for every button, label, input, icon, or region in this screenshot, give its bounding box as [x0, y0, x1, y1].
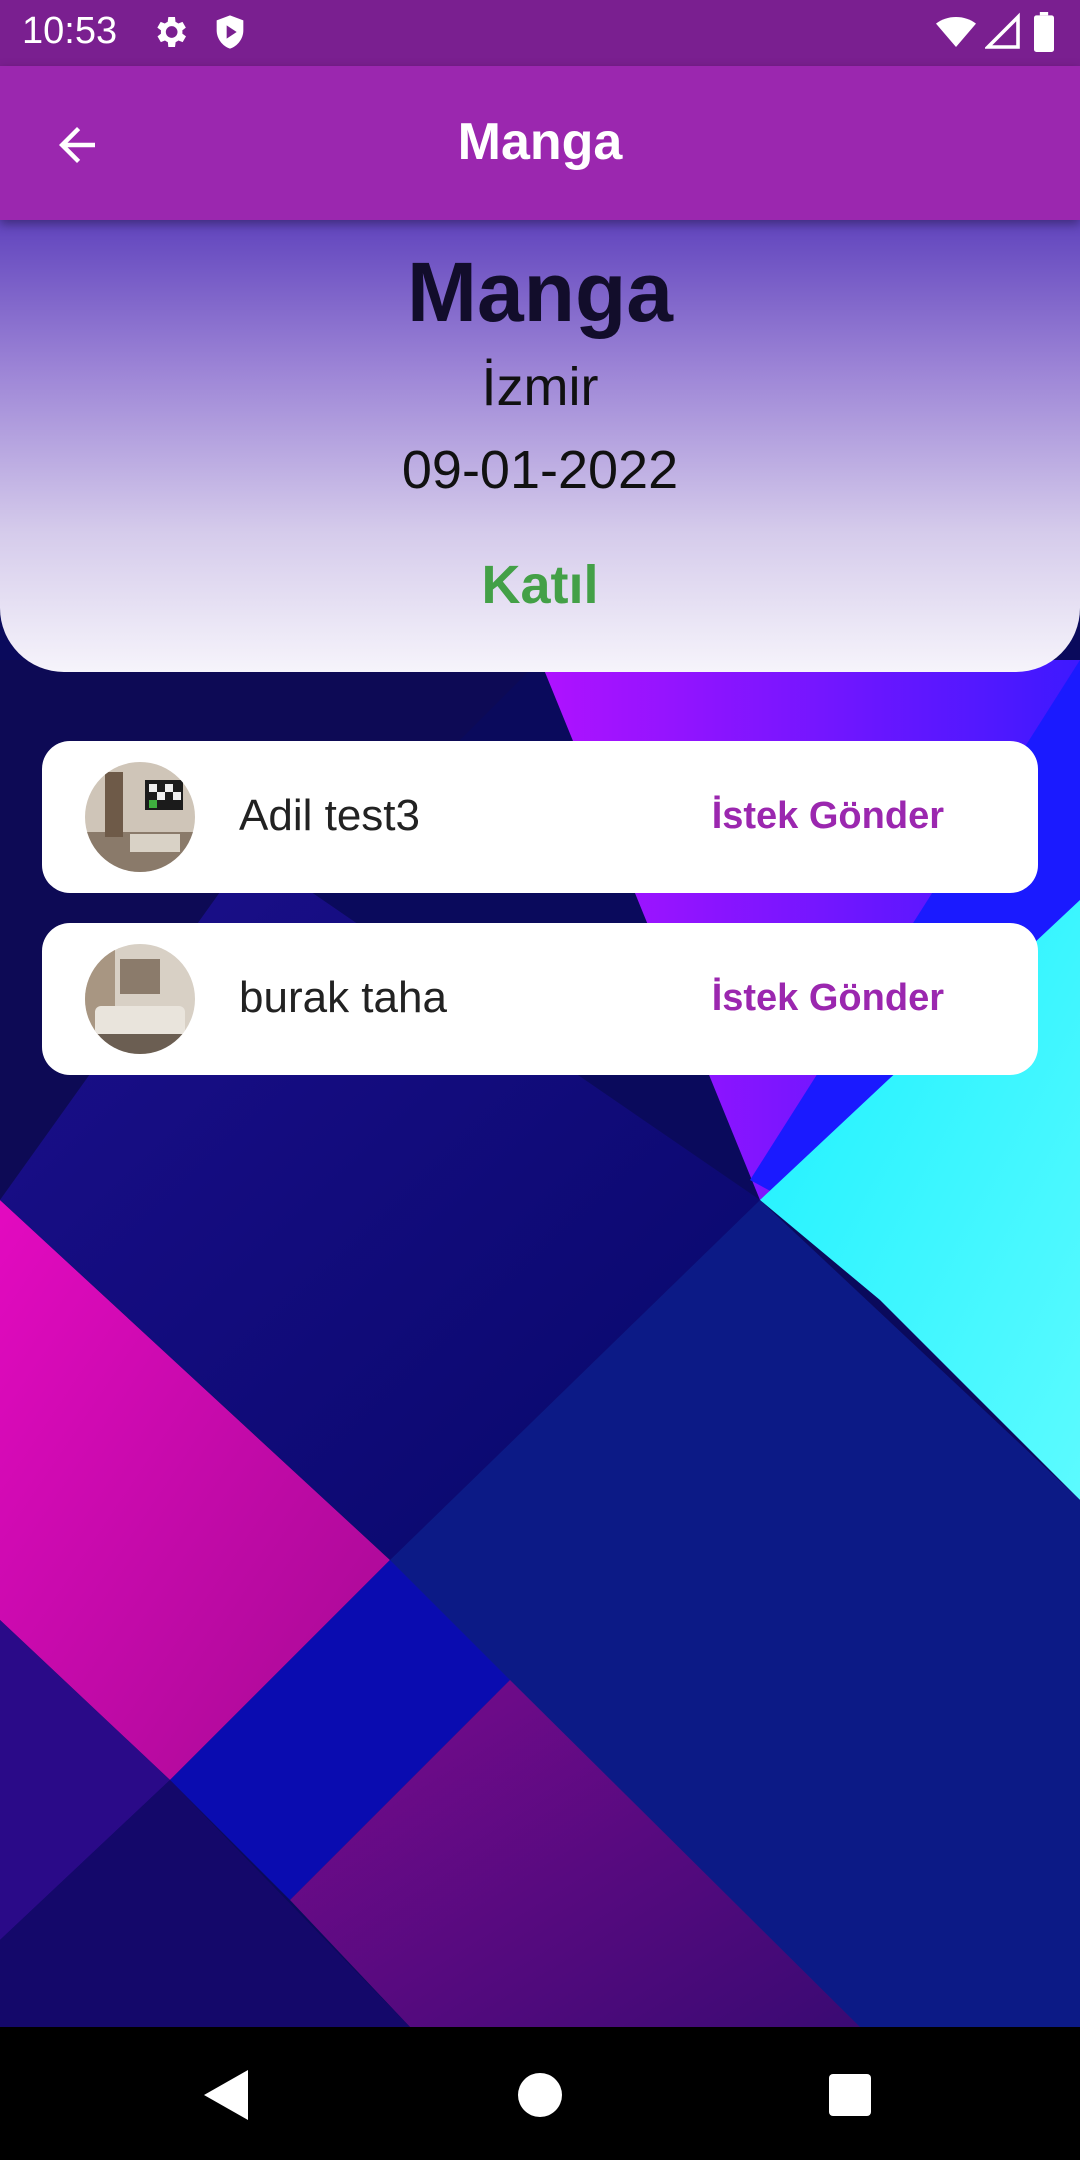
event-title: Manga [406, 245, 674, 339]
cellular-signal-icon [983, 12, 1021, 57]
nav-back-triangle-icon [204, 2070, 248, 2120]
avatar [85, 944, 195, 1054]
system-navigation-bar [0, 2027, 1080, 2160]
battery-icon [1033, 12, 1055, 57]
wifi-icon [935, 12, 977, 57]
list-item: burak taha İstek Gönder [42, 923, 1038, 1075]
member-name: burak taha [239, 973, 447, 1022]
avatar [85, 762, 195, 872]
nav-home-circle-icon [518, 2073, 562, 2117]
nav-recents-button[interactable] [810, 2055, 890, 2135]
event-date: 09-01-2022 [401, 440, 679, 500]
settings-gear-icon [150, 12, 190, 57]
status-bar: 10:53 [0, 0, 1080, 66]
app-bar: Manga [0, 66, 1080, 220]
join-button[interactable]: Katıl [440, 554, 640, 616]
member-name: Adil test3 [239, 791, 420, 840]
nav-home-button[interactable] [500, 2055, 580, 2135]
nav-recents-square-icon [829, 2074, 871, 2116]
send-request-button[interactable]: İstek Gönder [712, 977, 944, 1020]
event-city: İzmir [481, 357, 599, 417]
list-item: Adil test3 İstek Gönder [42, 741, 1038, 893]
send-request-button[interactable]: İstek Gönder [712, 795, 944, 838]
app-bar-title: Manga [457, 113, 623, 171]
status-time: 10:53 [22, 10, 118, 52]
event-header-card: Manga İzmir 09-01-2022 Katıl [0, 206, 1080, 672]
shield-play-icon [210, 12, 250, 57]
nav-back-button[interactable] [186, 2055, 266, 2135]
